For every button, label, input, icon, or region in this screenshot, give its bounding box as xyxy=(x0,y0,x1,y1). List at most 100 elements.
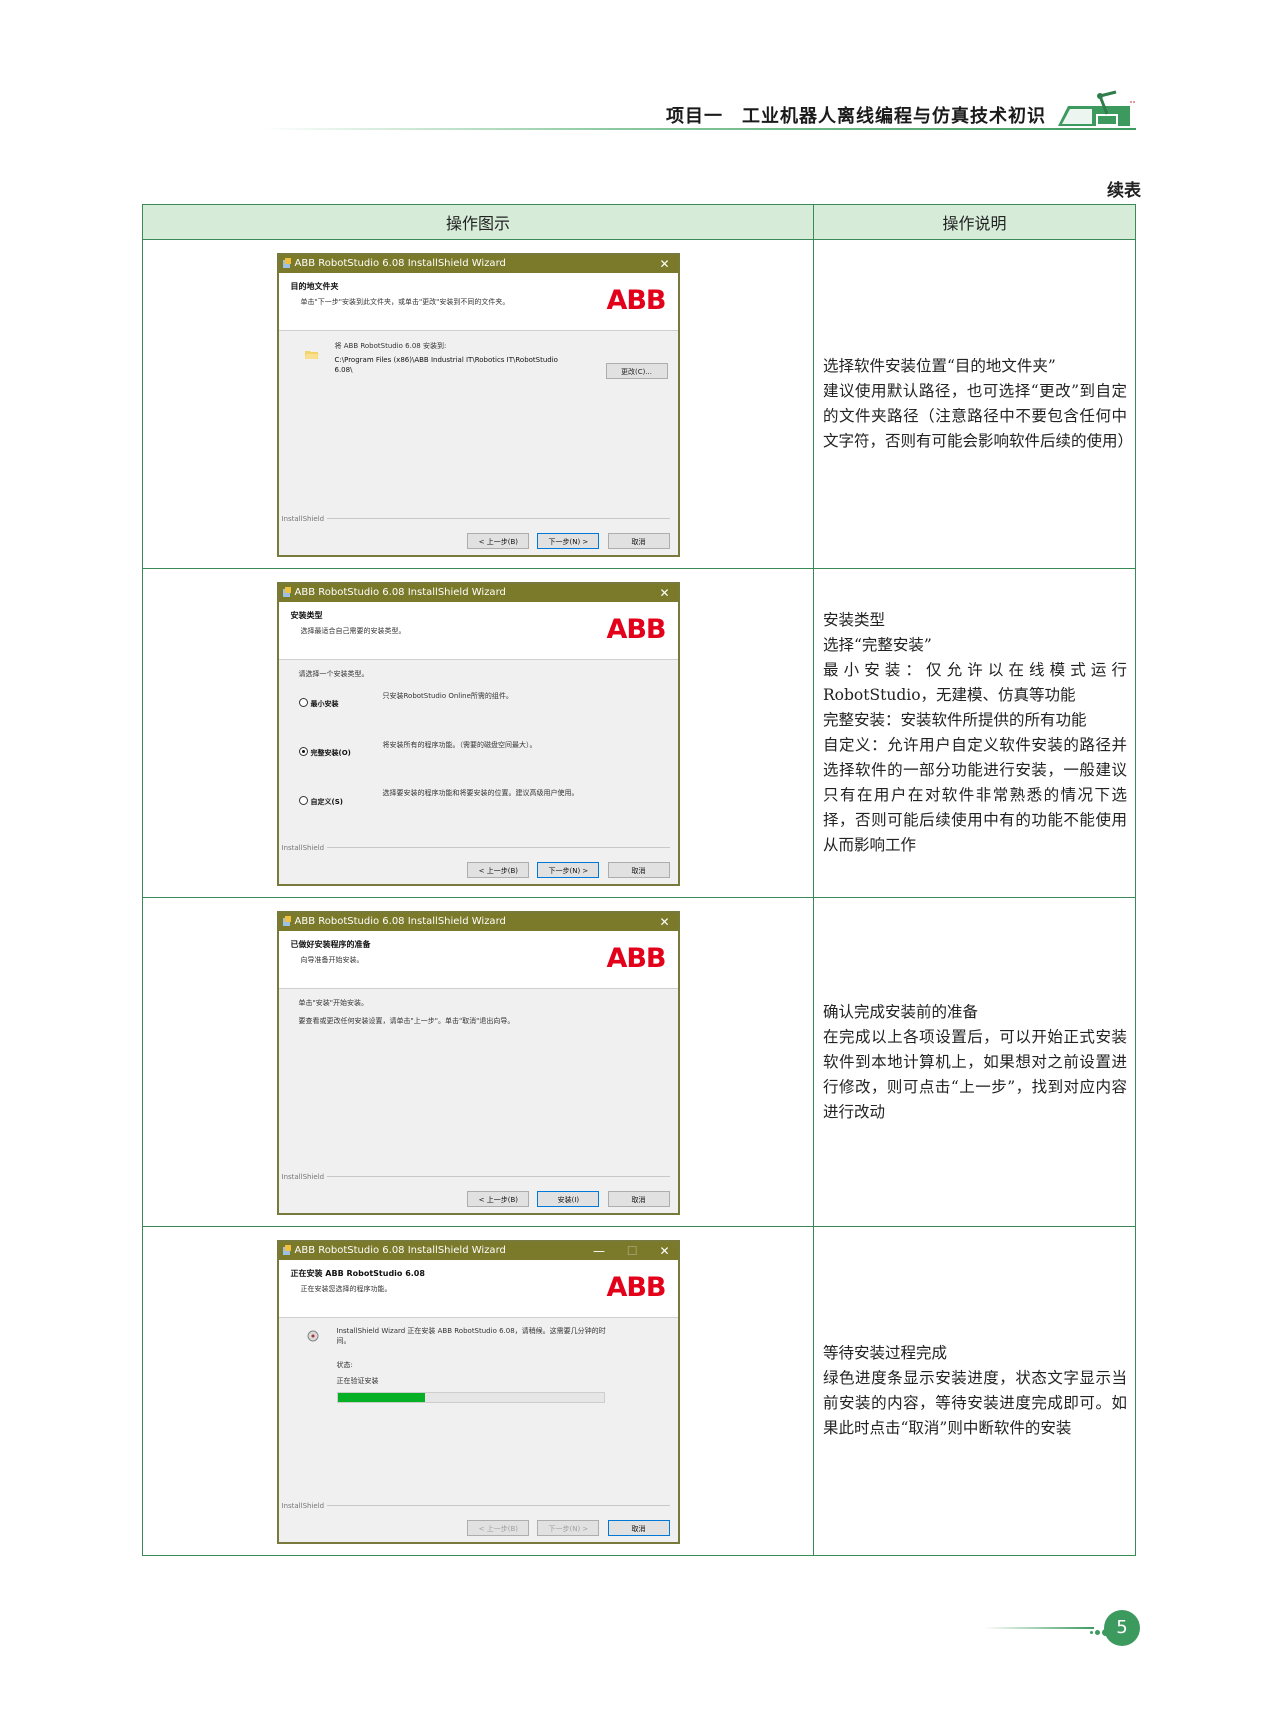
status-label: 状态: xyxy=(336,1361,353,1369)
close-icon[interactable]: ✕ xyxy=(659,586,669,600)
window-body: 将 ABB RobotStudio 6.08 安装到: C:\Program F… xyxy=(279,331,678,509)
dialog-buttons: < 上一步(B) 下一步(N) > 取消 xyxy=(464,858,670,878)
description-cell: 确认完成安装前的准备 在完成以上各项设置后，可以开始正式安装软件到本地计算机上，… xyxy=(813,897,1136,1227)
window-title: ABB RobotStudio 6.08 InstallShield Wizar… xyxy=(294,916,506,927)
cancel-button[interactable]: 取消 xyxy=(607,1520,670,1536)
dialog-buttons: < 上一步(B) 下一步(N) > 取消 xyxy=(464,1516,670,1536)
dialog-heading: 已做好安装程序的准备 xyxy=(290,940,371,949)
description-text: 在完成以上各项设置后，可以开始正式安装软件到本地计算机上，如果想对之前设置进行修… xyxy=(823,1027,1127,1121)
window-title: ABB RobotStudio 6.08 InstallShield Wizar… xyxy=(294,258,506,269)
change-button[interactable]: 更改(C)... xyxy=(605,363,668,379)
table-row: ABB RobotStudio 6.08 InstallShield Wizar… xyxy=(142,897,1136,1227)
radio-custom[interactable] xyxy=(298,796,308,805)
table-row: ABB RobotStudio 6.08 InstallShield Wizar… xyxy=(142,568,1136,898)
cancel-button[interactable]: 取消 xyxy=(607,533,670,549)
dialog-buttons: < 上一步(B) 下一步(N) > 取消 xyxy=(464,529,670,549)
option-description: 将安装所有的程序功能。（需要的磁盘空间最大）。 xyxy=(382,741,537,749)
folder-icon xyxy=(304,351,319,359)
description-cell: 选择软件安装位置“目的地文件夹” 建议使用默认路径，也可选择“更改”到自定的文件… xyxy=(813,239,1136,569)
close-icon[interactable]: ✕ xyxy=(659,915,669,929)
installshield-label: InstallShield xyxy=(281,844,325,852)
radio-complete[interactable] xyxy=(298,747,308,756)
installing-disc-icon xyxy=(307,1330,318,1342)
description-title: 等待安装过程完成 xyxy=(823,1344,948,1362)
page-header: 项目一 工业机器人离线编程与仿真技术初识 xyxy=(260,88,1136,130)
option-label: 最小安装 xyxy=(310,700,339,708)
maximize-icon[interactable]: ☐ xyxy=(627,1244,638,1258)
install-to-label: 将 ABB RobotStudio 6.08 安装到: xyxy=(334,342,447,350)
installer-app-icon xyxy=(282,587,291,597)
installer-window: ABB RobotStudio 6.08 InstallShield Wizar… xyxy=(276,253,680,557)
dialog-subheading: 选择最适合自己需要的安装类型。 xyxy=(300,627,406,635)
radio-minimal[interactable] xyxy=(298,698,308,707)
window-header-panel: 目的地文件夹 单击"下一步"安装到此文件夹，或单击"更改"安装到不同的文件夹。 … xyxy=(278,273,678,331)
window-titlebar: ABB RobotStudio 6.08 InstallShield Wizar… xyxy=(278,255,678,273)
footer-divider xyxy=(326,847,670,848)
image-cell: ABB RobotStudio 6.08 InstallShield Wizar… xyxy=(142,568,814,898)
window-titlebar: ABB RobotStudio 6.08 InstallShield Wizar… xyxy=(278,584,678,602)
abb-logo-icon: ABB xyxy=(606,1272,666,1303)
minimize-icon[interactable]: — xyxy=(593,1244,605,1258)
abb-logo-icon: ABB xyxy=(606,614,666,645)
back-button[interactable]: < 上一步(B) xyxy=(467,862,530,878)
cancel-button[interactable]: 取消 xyxy=(607,1191,670,1207)
table-row: ABB RobotStudio 6.08 InstallShield Wizar… xyxy=(142,1226,1136,1556)
header-title: 项目一 工业机器人离线编程与仿真技术初识 xyxy=(666,106,1046,127)
installer-window: ABB RobotStudio 6.08 InstallShield Wizar… xyxy=(276,582,680,886)
image-cell: ABB RobotStudio 6.08 InstallShield Wizar… xyxy=(142,1226,814,1556)
dialog-subheading: 正在安装您选择的程序功能。 xyxy=(300,1285,392,1293)
option-label: 自定义(S) xyxy=(310,798,343,806)
window-titlebar: ABB RobotStudio 6.08 InstallShield Wizar… xyxy=(278,1242,678,1260)
back-button[interactable]: < 上一步(B) xyxy=(467,533,530,549)
robot-logo-icon xyxy=(1058,90,1136,126)
window-header-panel: 已做好安装程序的准备 向导准备开始安装。 ABB xyxy=(278,931,678,989)
instruction-text: 要查看或更改任何安装设置，请单击"上一步"。单击"取消"退出向导。 xyxy=(298,1017,515,1025)
back-button[interactable]: < 上一步(B) xyxy=(467,1191,530,1207)
back-button: < 上一步(B) xyxy=(467,1520,530,1536)
footer-divider xyxy=(326,518,670,519)
description-text: 绿色进度条显示安装进度，状态文字显示当前安装的内容，等待安装进度完成即可。如果此… xyxy=(823,1369,1127,1437)
close-icon[interactable]: ✕ xyxy=(659,1244,669,1258)
dialog-heading: 正在安装 ABB RobotStudio 6.08 xyxy=(290,1269,425,1278)
cancel-button[interactable]: 取消 xyxy=(607,862,670,878)
installer-window: ABB RobotStudio 6.08 InstallShield Wizar… xyxy=(276,911,680,1215)
status-value: 正在验证安装 xyxy=(336,1377,379,1385)
abb-logo-icon: ABB xyxy=(606,943,666,974)
table-row: ABB RobotStudio 6.08 InstallShield Wizar… xyxy=(142,239,1136,569)
footer-divider xyxy=(326,1176,670,1177)
installer-window: ABB RobotStudio 6.08 InstallShield Wizar… xyxy=(276,1240,680,1544)
setup-type-prompt: 请选择一个安装类型。 xyxy=(298,670,369,678)
description-text: 最小安装：仅允许以在线模式运行RobotStudio，无建模、仿真等功能 xyxy=(823,661,1127,704)
installshield-label: InstallShield xyxy=(281,1173,325,1181)
description-text: 建议使用默认路径，也可选择“更改”到自定的文件夹路径（注意路径中不要包含任何中文… xyxy=(823,382,1134,450)
description-text: 自定义：允许用户自定义软件安装的路径并选择软件的一部分功能进行安装，一般建议只有… xyxy=(823,736,1127,854)
window-titlebar: ABB RobotStudio 6.08 InstallShield Wizar… xyxy=(278,913,678,931)
dialog-heading: 安装类型 xyxy=(290,611,323,620)
dialog-subheading: 向导准备开始安装。 xyxy=(300,956,364,964)
header-rule xyxy=(260,128,1136,130)
installshield-label: InstallShield xyxy=(281,1502,325,1510)
dialog-subheading: 单击"下一步"安装到此文件夹，或单击"更改"安装到不同的文件夹。 xyxy=(300,298,510,306)
image-cell: ABB RobotStudio 6.08 InstallShield Wizar… xyxy=(142,897,814,1227)
wait-message: InstallShield Wizard 正在安装 ABB RobotStudi… xyxy=(336,1327,606,1345)
window-title: ABB RobotStudio 6.08 InstallShield Wizar… xyxy=(294,587,506,598)
footer-rule xyxy=(984,1627,1094,1629)
dialog-buttons: < 上一步(B) 安装(I) 取消 xyxy=(464,1187,670,1207)
option-description: 选择要安装的程序功能和将要安装的位置。建议高级用户使用。 xyxy=(382,789,579,797)
installer-app-icon xyxy=(282,1245,291,1255)
installshield-label: InstallShield xyxy=(281,515,325,523)
instruction-text: 单击"安装"开始安装。 xyxy=(298,999,368,1007)
next-button[interactable]: 下一步(N) > xyxy=(537,862,600,878)
abb-logo-icon: ABB xyxy=(606,285,666,316)
install-path: C:\Program Files (x86)\ABB Industrial IT… xyxy=(334,356,558,374)
window-body: 请选择一个安装类型。 最小安装 只安装RobotStudio Online所需的… xyxy=(279,660,678,838)
install-button[interactable]: 安装(I) xyxy=(537,1191,600,1207)
next-button[interactable]: 下一步(N) > xyxy=(537,533,600,549)
installer-app-icon xyxy=(282,258,291,268)
dialog-heading: 目的地文件夹 xyxy=(290,282,339,291)
window-header-panel: 正在安装 ABB RobotStudio 6.08 正在安装您选择的程序功能。 … xyxy=(278,1260,678,1318)
window-body: 单击"安装"开始安装。 要查看或更改任何安装设置，请单击"上一步"。单击"取消"… xyxy=(279,989,678,1167)
description-cell: 安装类型 选择“完整安装” 最小安装：仅允许以在线模式运行RobotStudio… xyxy=(813,568,1136,898)
close-icon[interactable]: ✕ xyxy=(659,257,669,271)
header-description-column: 操作说明 xyxy=(813,204,1136,240)
